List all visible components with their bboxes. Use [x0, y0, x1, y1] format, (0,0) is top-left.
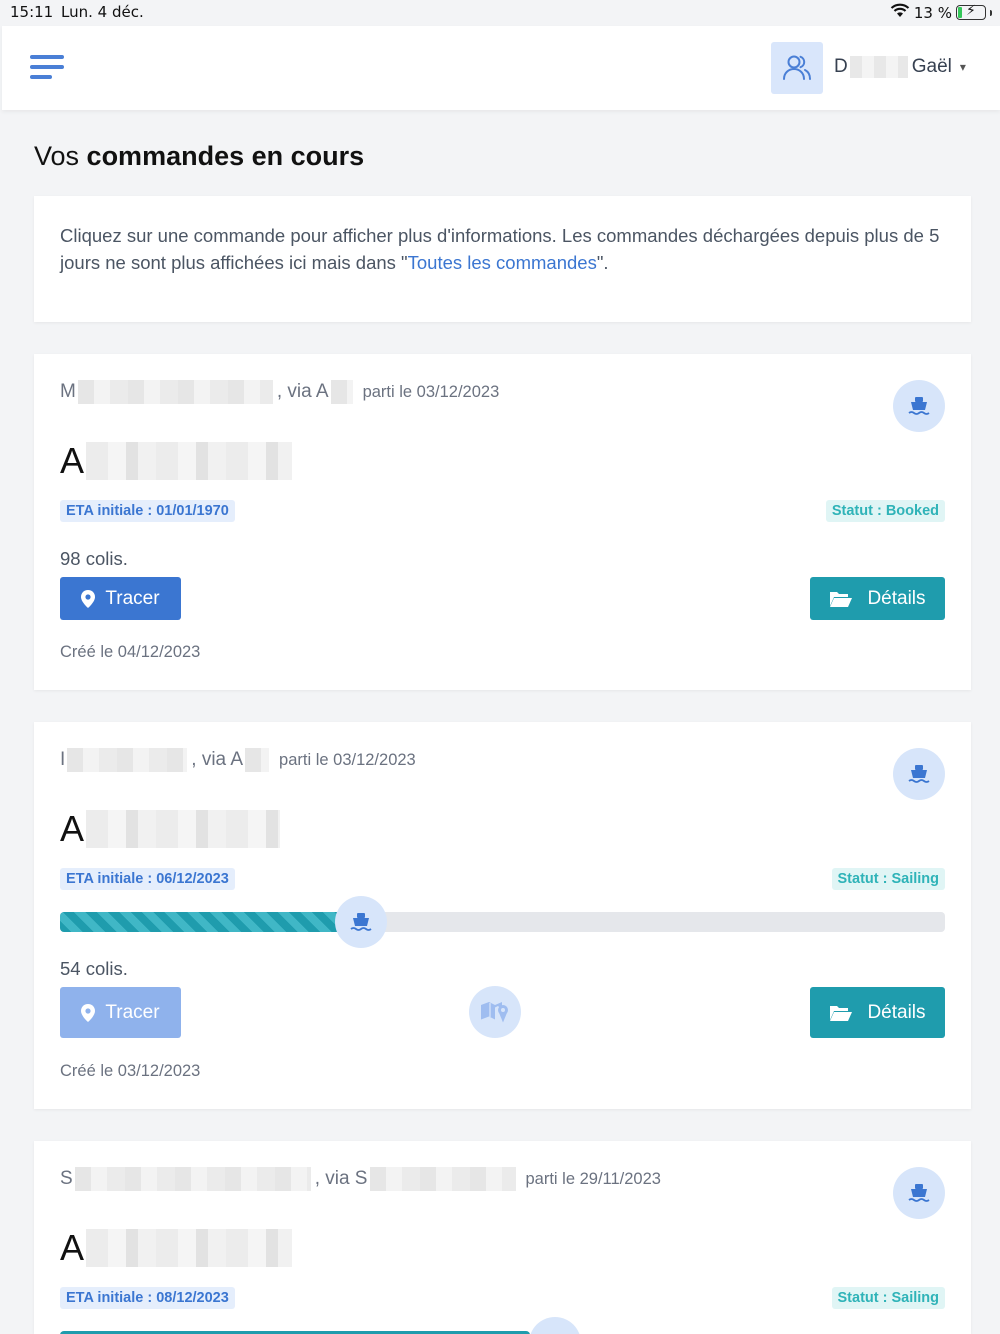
status-badge: Statut : Sailing [831, 868, 945, 890]
ship-icon [893, 1167, 945, 1219]
progress-ship-icon [529, 1317, 581, 1334]
created-date: Créé le 03/12/2023 [60, 1062, 201, 1080]
status-date: Lun. 4 déc. [61, 3, 144, 21]
departure-date: parti le 03/12/2023 [279, 750, 416, 769]
created-date: Créé le 04/12/2023 [60, 643, 201, 661]
wifi-icon [890, 3, 910, 22]
user-firstname: Gaël [911, 56, 952, 77]
eta-badge: ETA initiale : 06/12/2023 [60, 868, 235, 890]
battery-tip [990, 9, 992, 16]
package-count: 54 colis. [60, 958, 128, 979]
location-pin-icon [81, 1003, 96, 1022]
user-menu[interactable]: D Gaël ▾ [834, 56, 966, 78]
tracer-button[interactable]: Tracer [60, 577, 181, 620]
order-destination: A [60, 440, 293, 482]
order-card[interactable]: I, via Aparti le 03/12/2023 A ETA initia… [34, 722, 971, 1109]
order-card[interactable]: S, via Sparti le 29/11/2023 A ETA initia… [34, 1141, 971, 1334]
all-orders-link[interactable]: Toutes les commandes [408, 252, 597, 273]
battery-percent: 13 % [913, 3, 952, 22]
order-route: S, via Sparti le 29/11/2023 [60, 1167, 661, 1191]
info-card: Cliquez sur une commande pour afficher p… [34, 196, 971, 322]
ship-icon [893, 380, 945, 432]
progress-ship-icon [334, 896, 387, 948]
order-card[interactable]: M, via Aparti le 03/12/2023 A ETA initia… [34, 354, 971, 690]
battery-icon: ⚡ [956, 3, 986, 20]
status-bar: 15:11 Lun. 4 déc. 13 % ⚡ [0, 0, 1000, 24]
page-title: Vos commandes en cours [34, 141, 365, 171]
details-button[interactable]: Détails [810, 987, 945, 1038]
eta-badge: ETA initiale : 01/01/1970 [60, 500, 235, 522]
chevron-down-icon: ▾ [959, 60, 966, 74]
status-badge: Statut : Sailing [831, 1287, 945, 1309]
status-badge: Statut : Booked [825, 500, 945, 522]
status-right: 13 % ⚡ [890, 3, 992, 22]
menu-icon[interactable] [30, 55, 64, 81]
eta-badge: ETA initiale : 08/12/2023 [60, 1287, 235, 1309]
voyage-progress-bar [60, 896, 945, 948]
folder-open-icon [830, 591, 853, 607]
order-route: M, via Aparti le 03/12/2023 [60, 380, 500, 404]
folder-open-icon [830, 1005, 853, 1021]
ship-icon [893, 748, 945, 800]
departure-date: parti le 29/11/2023 [525, 1169, 661, 1188]
order-destination: A [60, 808, 281, 850]
order-destination: A [60, 1227, 293, 1269]
tracer-button[interactable]: Tracer [60, 987, 181, 1038]
order-route: I, via Aparti le 03/12/2023 [60, 748, 416, 772]
voyage-progress-fill [60, 912, 361, 932]
package-count: 98 colis. [60, 548, 128, 569]
departure-date: parti le 03/12/2023 [362, 382, 500, 401]
users-icon[interactable] [771, 42, 823, 94]
redacted-lastname [849, 56, 908, 78]
map-icon[interactable] [469, 986, 521, 1038]
details-button[interactable]: Détails [810, 577, 945, 620]
top-navbar: D Gaël ▾ [2, 26, 1000, 110]
user-initial: D [834, 56, 848, 77]
status-time: 15:11 [10, 3, 54, 21]
location-pin-icon [81, 589, 96, 608]
